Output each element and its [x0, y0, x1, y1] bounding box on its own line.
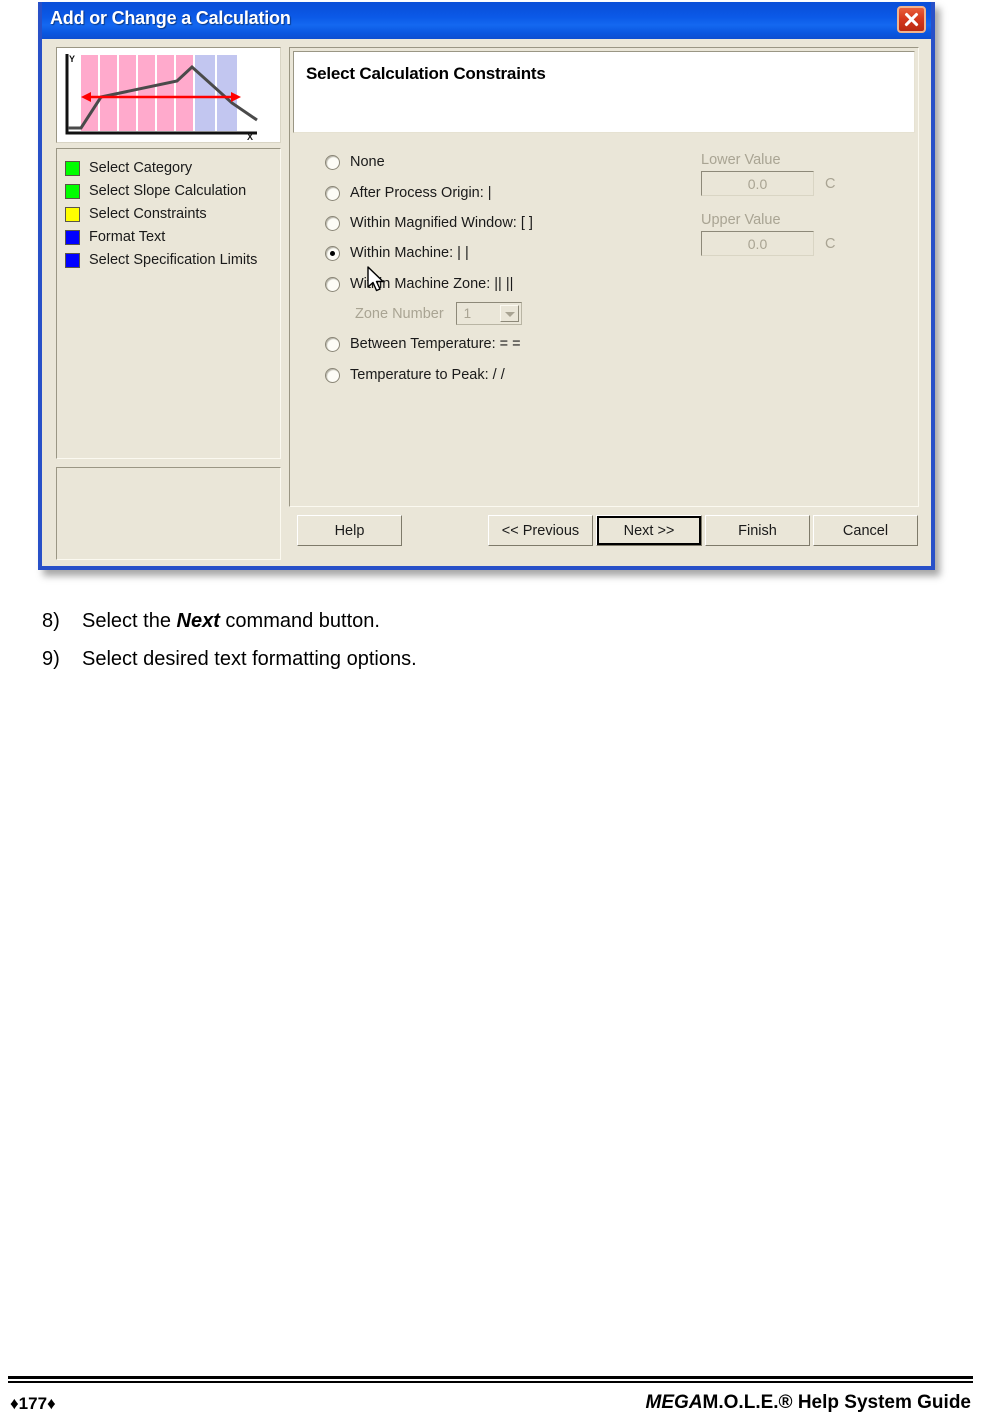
zone-number-label: Zone Number	[355, 305, 444, 322]
wizard-sidebar: Y X Select Category Select Slope Calcula…	[56, 47, 281, 560]
constraint-options-area: None After Process Origin: | Within Magn…	[293, 140, 915, 503]
radio-option-temperature-to-peak[interactable]: Temperature to Peak: / /	[325, 367, 505, 383]
radio-icon[interactable]	[325, 367, 340, 383]
zone-number-dropdown[interactable]: 1	[455, 302, 522, 325]
step-label: Select Category	[89, 160, 193, 176]
upper-value-group: Upper Value 0.0 C	[701, 212, 835, 256]
radio-label: Within Machine: | |	[350, 245, 469, 261]
instruction-text-post: command button.	[219, 610, 380, 632]
content-frame: Select Calculation Constraints None Afte…	[289, 47, 919, 507]
step-status-swatch	[65, 229, 80, 245]
radio-icon[interactable]	[325, 276, 340, 292]
step-label: Select Specification Limits	[89, 252, 258, 268]
radio-option-between-temperature[interactable]: Between Temperature: = =	[325, 336, 521, 352]
finish-button[interactable]: Finish	[705, 515, 810, 546]
instruction-number: 8)	[42, 610, 60, 632]
instruction-emphasis: Next	[176, 610, 220, 632]
step-label: Select Constraints	[89, 206, 207, 222]
wizard-main-panel: Select Calculation Constraints None Afte…	[289, 47, 919, 556]
upper-value-label: Upper Value	[701, 212, 781, 228]
radio-label: Within Magnified Window: [ ]	[350, 215, 533, 231]
instruction-text-pre: Select the	[82, 610, 177, 632]
radio-icon[interactable]	[325, 154, 340, 170]
footer-divider	[8, 1376, 973, 1383]
svg-text:Y: Y	[69, 54, 75, 64]
upper-value-unit: C	[825, 235, 836, 252]
radio-option-after-process-origin[interactable]: After Process Origin: |	[325, 185, 492, 201]
lower-value-unit: C	[825, 175, 836, 192]
instruction-text: Select desired text formatting options.	[82, 646, 417, 673]
dialog-body: Y X Select Category Select Slope Calcula…	[42, 39, 931, 566]
preview-chart-svg: Y X	[57, 48, 280, 142]
step-item-select-constraints[interactable]: Select Constraints	[65, 203, 280, 225]
cancel-button[interactable]: Cancel	[813, 515, 918, 546]
radio-icon-selected[interactable]	[325, 245, 340, 261]
radio-label: Temperature to Peak: / /	[350, 367, 505, 383]
dialog-title: Add or Change a Calculation	[50, 8, 291, 28]
radio-option-within-magnified-window[interactable]: Within Magnified Window: [ ]	[325, 215, 533, 231]
previous-button[interactable]: << Previous	[488, 515, 593, 546]
instruction-item: 8) Select the Next command button.	[42, 608, 762, 635]
step-item-select-specification-limits[interactable]: Select Specification Limits	[65, 249, 280, 271]
svg-text:X: X	[247, 132, 253, 142]
dialog-titlebar: Add or Change a Calculation	[42, 2, 931, 40]
header-box: Select Calculation Constraints	[293, 51, 915, 133]
radio-icon[interactable]	[325, 215, 340, 231]
radio-icon[interactable]	[325, 336, 340, 352]
radio-label: After Process Origin: |	[350, 185, 492, 201]
step-status-swatch	[65, 206, 80, 222]
radio-option-none[interactable]: None	[325, 154, 385, 170]
dialog-button-bar: Help << Previous Next >> Finish Cancel	[289, 515, 919, 555]
lower-value-group: Lower Value 0.0 C	[701, 152, 835, 196]
wizard-steps-list: Select Category Select Slope Calculation…	[56, 148, 281, 459]
zone-number-value: 1	[463, 306, 472, 321]
instruction-text-pre: Select desired text formatting options.	[82, 648, 417, 670]
next-button[interactable]: Next >>	[596, 515, 702, 546]
instructions-list: 8) Select the Next command button. 9) Se…	[42, 608, 762, 684]
radio-icon[interactable]	[325, 185, 340, 201]
step-item-select-category[interactable]: Select Category	[65, 157, 280, 179]
upper-value-text: 0.0	[747, 235, 768, 252]
lower-value-text: 0.0	[747, 175, 768, 192]
instruction-item: 9) Select desired text formatting option…	[42, 646, 762, 673]
step-label: Format Text	[89, 229, 166, 245]
page-footer: ♦177♦ MEGAM.O.L.E.® Help System Guide	[0, 1364, 981, 1424]
chevron-down-icon[interactable]	[499, 305, 519, 322]
instruction-text: Select the Next command button.	[82, 608, 380, 635]
sidebar-info-panel	[56, 467, 281, 560]
step-status-swatch	[65, 252, 80, 268]
radio-label: Between Temperature: = =	[350, 336, 521, 352]
step-item-format-text[interactable]: Format Text	[65, 226, 280, 248]
step-item-select-slope-calculation[interactable]: Select Slope Calculation	[65, 180, 280, 202]
step-status-swatch	[65, 160, 80, 176]
calculation-preview-thumbnail: Y X	[56, 47, 281, 143]
instruction-number: 9)	[42, 648, 60, 670]
guide-title: MEGAM.O.L.E.® Help System Guide	[646, 1392, 971, 1414]
step-status-swatch	[65, 183, 80, 199]
lower-value-label: Lower Value	[701, 152, 781, 168]
radio-label: None	[350, 154, 385, 170]
close-icon[interactable]	[897, 6, 926, 33]
step-label: Select Slope Calculation	[89, 183, 247, 199]
guide-rest: M.O.L.E.® Help System Guide	[702, 1392, 971, 1413]
help-button[interactable]: Help	[297, 515, 402, 546]
guide-brand: MEGA	[645, 1392, 703, 1413]
radio-label: Within Machine Zone: || ||	[350, 276, 514, 292]
page-number: ♦177♦	[10, 1394, 56, 1413]
zone-number-control: Zone Number 1	[355, 302, 522, 325]
upper-value-field[interactable]: 0.0	[701, 231, 814, 256]
radio-option-within-machine[interactable]: Within Machine: | |	[325, 245, 469, 261]
add-or-change-calculation-dialog: Add or Change a Calculation Y X Select C…	[38, 2, 935, 570]
lower-value-field[interactable]: 0.0	[701, 171, 814, 196]
radio-option-within-machine-zone[interactable]: Within Machine Zone: || ||	[325, 276, 513, 292]
page-title: Select Calculation Constraints	[306, 64, 546, 83]
